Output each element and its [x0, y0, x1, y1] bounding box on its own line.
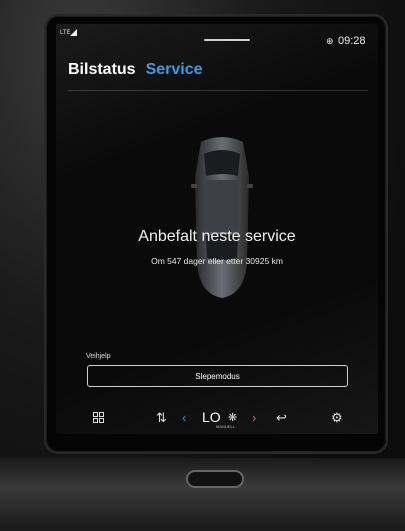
- tab-service[interactable]: Service: [146, 61, 203, 78]
- tab-bar: Bilstatus Service: [68, 61, 203, 79]
- climate-mode-label: MANUELL: [216, 424, 235, 429]
- settings-gear-icon[interactable]: ⚙: [331, 410, 343, 426]
- service-detail: Om 547 dager eller etter 30925 km: [151, 256, 283, 266]
- temperature-readout: LO: [202, 409, 221, 425]
- infotainment-screen: LTE ⊕ 09:28 Bilstatus Service Anbefalt n…: [56, 24, 378, 434]
- signal-icon: [70, 29, 77, 36]
- climate-bar: ⇅ ‹ LO ❋ MANUELL › ↩ ⚙: [56, 402, 378, 434]
- service-headline: Anbefalt neste service: [138, 228, 296, 245]
- car-top-view: [187, 132, 257, 302]
- apps-grid-icon[interactable]: [93, 412, 105, 424]
- home-button[interactable]: [186, 470, 244, 488]
- microphone-icon: ⊕: [326, 36, 334, 46]
- pull-down-handle[interactable]: [204, 39, 250, 41]
- towing-mode-button[interactable]: Slepemodus: [87, 365, 348, 387]
- heated-seat-left-icon[interactable]: ⇅: [156, 410, 167, 426]
- clock: 09:28: [338, 35, 366, 47]
- console-trim: [0, 458, 405, 531]
- chevron-left-icon[interactable]: ‹: [182, 410, 186, 425]
- chevron-right-icon[interactable]: ›: [252, 410, 256, 425]
- header-divider: [68, 90, 368, 91]
- fan-icon[interactable]: ❋: [228, 411, 237, 424]
- network-indicator: LTE: [60, 30, 71, 36]
- tab-bilstatus[interactable]: Bilstatus: [68, 61, 136, 78]
- heated-seat-right-icon[interactable]: ↩: [276, 410, 287, 426]
- car-icon: [191, 137, 253, 298]
- section-label-veihjelp: Veihjelp: [86, 353, 111, 360]
- status-bar: LTE ⊕ 09:28: [56, 24, 378, 47]
